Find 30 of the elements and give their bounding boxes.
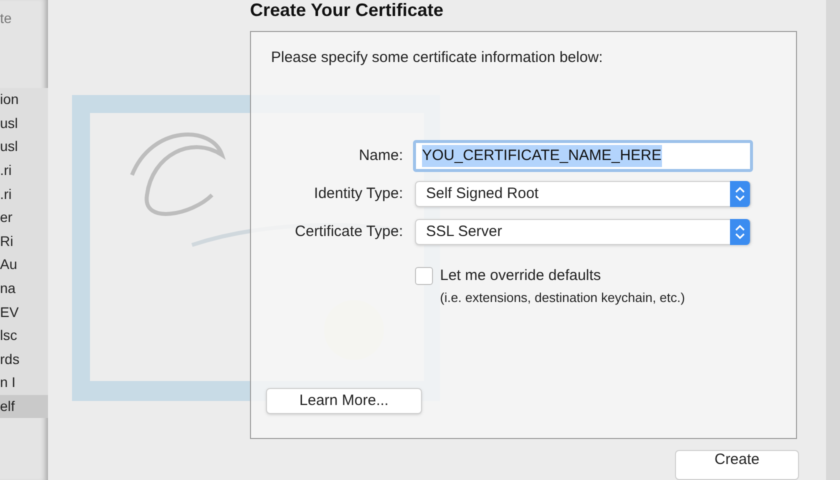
list-row[interactable]: lsc bbox=[0, 324, 48, 348]
list-row[interactable]: rds bbox=[0, 348, 48, 372]
list-row[interactable]: usl bbox=[0, 112, 48, 136]
dialog-title: Create Your Certificate bbox=[250, 0, 444, 22]
stepper-icon bbox=[730, 181, 750, 208]
list-header: te bbox=[0, 9, 13, 28]
stepper-icon bbox=[730, 219, 750, 246]
list-row[interactable]: er bbox=[0, 206, 48, 230]
checkbox[interactable] bbox=[415, 267, 433, 286]
list-row[interactable]: .ri bbox=[0, 158, 48, 182]
checkbox-label: Let me override defaults bbox=[440, 266, 602, 286]
list-row[interactable]: EV bbox=[0, 300, 48, 324]
name-field[interactable]: YOU_CERTIFICATE_NAME_HERE bbox=[413, 140, 753, 172]
checkbox-note: (i.e. extensions, destination keychain, etc.) bbox=[440, 288, 685, 307]
field-label: Identity Type: bbox=[313, 184, 404, 204]
field-label: Certificate Type: bbox=[294, 222, 404, 242]
field-label: Name: bbox=[358, 146, 404, 166]
instructions-text: Please specify some certificate information below: bbox=[271, 48, 604, 68]
list-row[interactable]: ion bbox=[0, 88, 48, 112]
create-button[interactable]: Create bbox=[675, 450, 799, 480]
list-row[interactable]: na bbox=[0, 276, 48, 300]
popup-button[interactable]: Self Signed Root bbox=[415, 181, 751, 208]
popup-button[interactable]: SSL Server bbox=[415, 219, 751, 246]
list-row[interactable]: .ri bbox=[0, 182, 48, 206]
list-row[interactable]: n I bbox=[0, 371, 48, 395]
list-row[interactable]: usl bbox=[0, 135, 48, 159]
list-row[interactable]: elf bbox=[0, 394, 48, 418]
list-row[interactable]: Ri bbox=[0, 230, 48, 254]
list-row[interactable]: Au bbox=[0, 253, 48, 277]
learn-more-button[interactable]: Learn More... bbox=[266, 388, 422, 414]
